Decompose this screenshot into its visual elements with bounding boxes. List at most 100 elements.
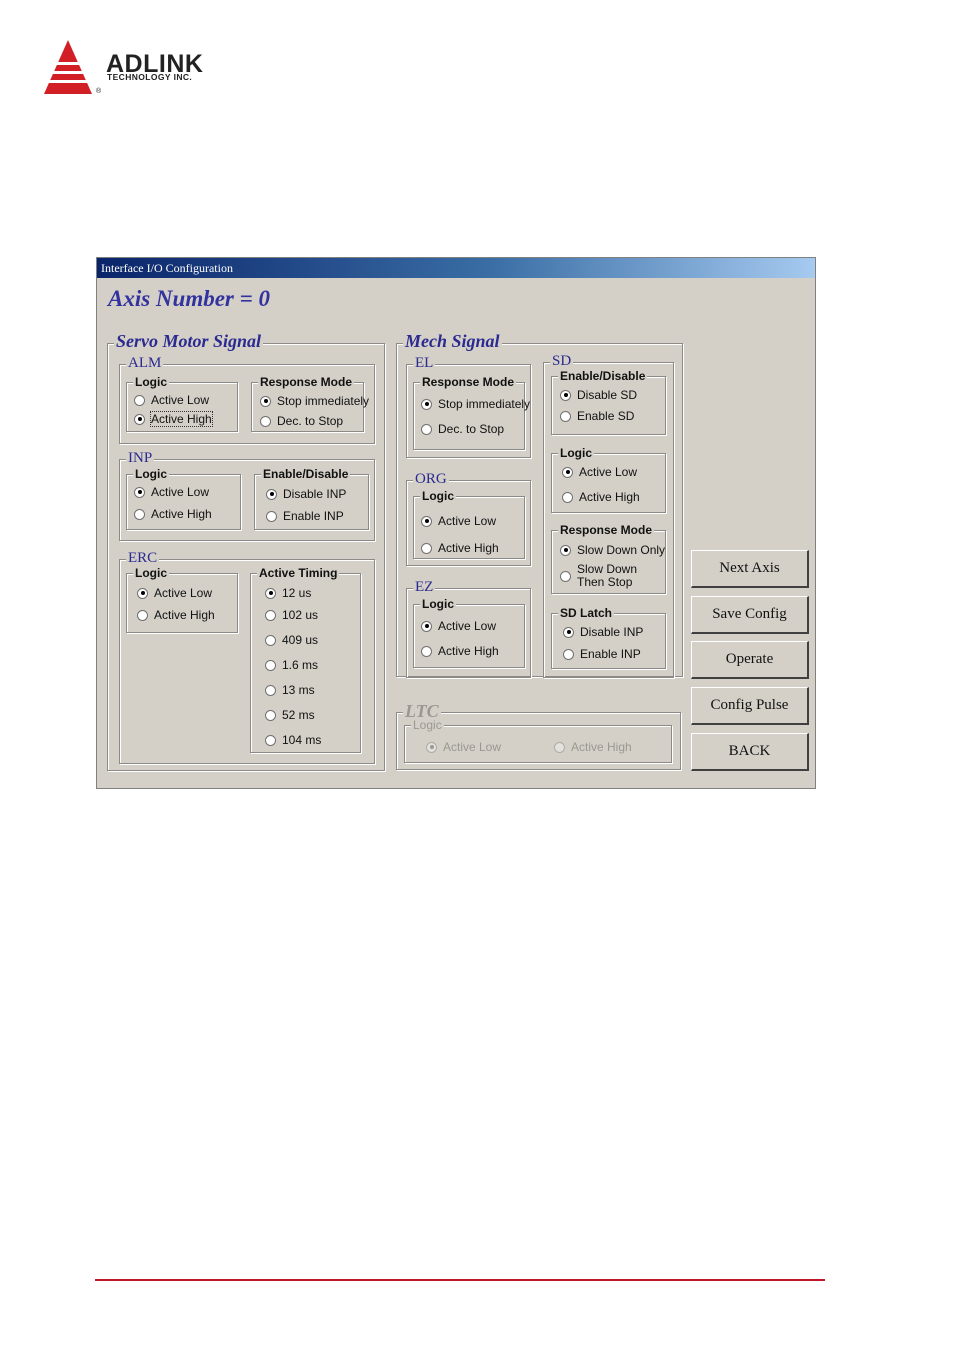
el-stop-immediately-radio[interactable]: Stop immediately [421, 396, 530, 412]
alm-logic-active-low-radio[interactable]: Active Low [134, 392, 209, 408]
erc-logic-active-low-radio[interactable]: Active Low [137, 585, 212, 601]
radio-selected-icon [562, 466, 573, 478]
ez-logic-title: Logic [420, 597, 456, 611]
ez-logic-active-low-radio[interactable]: Active Low [421, 618, 496, 634]
sd-response-mode-title: Response Mode [558, 523, 655, 537]
radio-circle-icon [265, 684, 276, 696]
inp-enable-disable-title: Enable/Disable [261, 467, 351, 481]
timing-102us-radio[interactable]: 102 us [265, 607, 318, 623]
erc-title: ERC [126, 550, 160, 567]
footer-divider [95, 1279, 825, 1281]
window-title: Interface I/O Configuration [97, 258, 815, 278]
config-pulse-button[interactable]: Config Pulse [691, 687, 809, 725]
timing-1-6ms-radio[interactable]: 1.6 ms [265, 657, 318, 673]
radio-circle-icon [134, 394, 145, 406]
inp-enable-radio[interactable]: Enable INP [266, 508, 344, 524]
interface-io-window: Interface I/O Configuration Axis Number … [96, 257, 816, 789]
back-button[interactable]: BACK [691, 733, 809, 771]
sd-slow-down-then-stop-radio[interactable]: Slow Down Then Stop [560, 562, 667, 590]
timing-52ms-radio[interactable]: 52 ms [265, 707, 315, 723]
radio-circle-icon [266, 510, 277, 522]
radio-circle-icon [560, 410, 571, 422]
sd-group: SD Enable/Disable Disable SD Enable SD L… [543, 353, 674, 678]
timing-13ms-radio[interactable]: 13 ms [265, 682, 315, 698]
radio-circle-icon [562, 491, 573, 503]
sd-slow-down-only-radio[interactable]: Slow Down Only [560, 542, 665, 558]
radio-selected-icon [260, 395, 271, 407]
erc-logic-active-high-radio[interactable]: Active High [137, 607, 215, 623]
alm-response-mode-group: Response Mode Stop immediately Dec. to S… [251, 375, 369, 432]
org-group: ORG Logic Active Low Active High [406, 471, 531, 566]
inp-disable-radio[interactable]: Disable INP [266, 486, 346, 502]
inp-logic-active-low-radio[interactable]: Active Low [134, 484, 209, 500]
radio-selected-icon [265, 587, 276, 599]
erc-logic-title: Logic [133, 566, 169, 580]
radio-circle-icon [421, 542, 432, 554]
sd-latch-enable-radio[interactable]: Enable INP [563, 646, 641, 662]
alm-logic-active-high-radio[interactable]: Active High [134, 411, 213, 427]
inp-group: INP Logic Active Low Active High Enable/… [119, 450, 375, 541]
sd-logic-group: Logic Active Low Active High [551, 446, 666, 513]
timing-409us-radio[interactable]: 409 us [265, 632, 318, 648]
ez-group: EZ Logic Active Low Active High [406, 579, 531, 678]
registered-mark: ® [96, 88, 102, 95]
radio-circle-icon [260, 415, 271, 427]
ltc-logic-title: Logic [411, 718, 444, 732]
sd-response-mode-group: Response Mode Slow Down Only Slow Down T… [551, 523, 667, 594]
alm-stop-immediately-radio[interactable]: Stop immediately [260, 393, 369, 409]
ltc-group: LTC Logic Active Low Active High [396, 701, 681, 770]
timing-12us-radio[interactable]: 12 us [265, 585, 311, 601]
timing-104ms-radio[interactable]: 104 ms [265, 732, 321, 748]
sd-enable-disable-title: Enable/Disable [558, 369, 648, 383]
sd-disable-radio[interactable]: Disable SD [560, 387, 637, 403]
org-logic-group: Logic Active Low Active High [413, 489, 525, 559]
radio-selected-icon [134, 413, 145, 425]
sd-title: SD [550, 353, 574, 370]
radio-selected-icon [421, 398, 432, 410]
org-logic-active-high-radio[interactable]: Active High [421, 540, 499, 556]
radio-selected-icon [421, 515, 432, 527]
inp-title: INP [126, 450, 155, 467]
sd-latch-title: SD Latch [558, 606, 615, 620]
radio-selected-icon [266, 488, 277, 500]
inp-logic-title: Logic [133, 467, 169, 481]
erc-logic-group: Logic Active Low Active High [126, 566, 238, 633]
inp-logic-group: Logic Active Low Active High [126, 467, 241, 530]
el-dec-to-stop-radio[interactable]: Dec. to Stop [421, 421, 504, 437]
radio-circle-icon [137, 609, 148, 621]
radio-selected-icon [560, 389, 571, 401]
org-logic-title: Logic [420, 489, 456, 503]
ez-logic-group: Logic Active Low Active High [413, 597, 525, 668]
radio-circle-icon [421, 423, 432, 435]
alm-logic-group: Logic Active Low Active High [126, 375, 238, 432]
ltc-logic-active-low-radio[interactable]: Active Low [426, 739, 501, 755]
ez-title: EZ [413, 579, 436, 596]
next-axis-button[interactable]: Next Axis [691, 550, 809, 588]
sd-logic-title: Logic [558, 446, 594, 460]
alm-dec-to-stop-radio[interactable]: Dec. to Stop [260, 413, 343, 429]
sd-logic-active-high-radio[interactable]: Active High [562, 489, 640, 505]
ez-logic-active-high-radio[interactable]: Active High [421, 643, 499, 659]
radio-circle-icon [265, 734, 276, 746]
org-logic-active-low-radio[interactable]: Active Low [421, 513, 496, 529]
axis-number-label: Axis Number = 0 [108, 286, 270, 311]
radio-circle-icon [265, 659, 276, 671]
erc-group: ERC Logic Active Low Active High Active … [119, 550, 375, 764]
ltc-logic-active-high-radio[interactable]: Active High [554, 739, 632, 755]
el-response-mode-title: Response Mode [420, 375, 517, 389]
erc-active-timing-title: Active Timing [257, 566, 340, 580]
inp-logic-active-high-radio[interactable]: Active High [134, 506, 212, 522]
radio-selected-icon [563, 626, 574, 638]
sd-latch-disable-radio[interactable]: Disable INP [563, 624, 643, 640]
radio-circle-icon [134, 508, 145, 520]
el-group: EL Response Mode Stop immediately Dec. t… [406, 355, 531, 458]
sd-enable-radio[interactable]: Enable SD [560, 408, 634, 424]
servo-motor-signal-group: Servo Motor Signal ALM Logic Active Low … [107, 331, 385, 771]
save-config-button[interactable]: Save Config [691, 596, 809, 634]
org-title: ORG [413, 471, 449, 488]
sd-logic-active-low-radio[interactable]: Active Low [562, 464, 637, 480]
alm-logic-title: Logic [133, 375, 169, 389]
el-title: EL [413, 355, 436, 372]
operate-button[interactable]: Operate [691, 641, 809, 679]
radio-circle-icon [554, 741, 565, 753]
